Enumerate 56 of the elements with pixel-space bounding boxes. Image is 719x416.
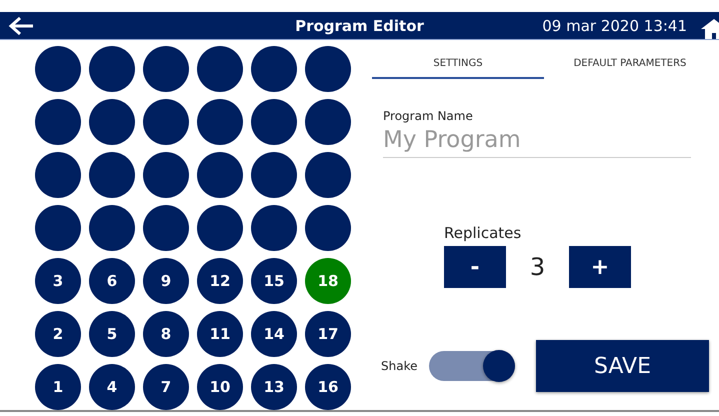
well-button[interactable]	[197, 152, 243, 198]
date-time: 09 mar 2020 13:41	[542, 16, 687, 34]
well-button[interactable]: 2	[35, 311, 81, 357]
well-button[interactable]	[89, 99, 135, 145]
field-label: Program Name	[383, 109, 474, 123]
shake-toggle[interactable]	[429, 351, 515, 381]
well-button[interactable]: 14	[251, 311, 297, 357]
well-button[interactable]: 17	[305, 311, 351, 357]
well-button[interactable]: 5	[89, 311, 135, 357]
well-button[interactable]	[251, 152, 297, 198]
well-button[interactable]	[143, 46, 189, 92]
well-button[interactable]	[305, 99, 351, 145]
well-button[interactable]: 4	[89, 364, 135, 410]
well-button[interactable]	[305, 46, 351, 92]
well-button[interactable]	[197, 99, 243, 145]
well-button[interactable]: 16	[305, 364, 351, 410]
well-button[interactable]: 15	[251, 258, 297, 304]
save-button[interactable]: SAVE	[536, 340, 709, 392]
well-button[interactable]	[35, 205, 81, 251]
well-button[interactable]	[305, 205, 351, 251]
well-button[interactable]	[197, 205, 243, 251]
well-button[interactable]: 8	[143, 311, 189, 357]
back-arrow-icon[interactable]	[8, 16, 34, 36]
well-button[interactable]	[143, 205, 189, 251]
replicates-label: Replicates	[444, 224, 522, 242]
well-button[interactable]: 18	[305, 258, 351, 304]
well-button[interactable]	[143, 99, 189, 145]
well-button[interactable]: 7	[143, 364, 189, 410]
well-button[interactable]	[89, 152, 135, 198]
replicates-value: 3	[528, 253, 546, 281]
screen-title: Program Editor	[295, 16, 424, 34]
well-button[interactable]	[89, 46, 135, 92]
tab[interactable]: SETTINGS	[372, 52, 544, 79]
well-button[interactable]	[251, 205, 297, 251]
well-button[interactable]	[197, 46, 243, 92]
well-button[interactable]	[143, 152, 189, 198]
increment-button[interactable]: +	[569, 246, 631, 288]
decrement-button[interactable]: -	[444, 246, 506, 288]
well-button[interactable]: 12	[197, 258, 243, 304]
well-button[interactable]	[35, 152, 81, 198]
well-button[interactable]	[89, 205, 135, 251]
well-button[interactable]: 6	[89, 258, 135, 304]
tab[interactable]: DEFAULT PARAMETERS	[544, 52, 716, 79]
well-button[interactable]	[305, 152, 351, 198]
well-button[interactable]: 9	[143, 258, 189, 304]
program-name-field[interactable]: My Program	[383, 127, 691, 158]
well-button[interactable]	[251, 99, 297, 145]
well-button[interactable]: 11	[197, 311, 243, 357]
well-button[interactable]: 13	[251, 364, 297, 410]
well-button[interactable]	[251, 46, 297, 92]
well-button[interactable]	[35, 46, 81, 92]
well-button[interactable]: 1	[35, 364, 81, 410]
well-button[interactable]	[35, 99, 81, 145]
shake-label: Shake	[381, 359, 418, 373]
well-button[interactable]: 3	[35, 258, 81, 304]
well-button[interactable]: 10	[197, 364, 243, 410]
